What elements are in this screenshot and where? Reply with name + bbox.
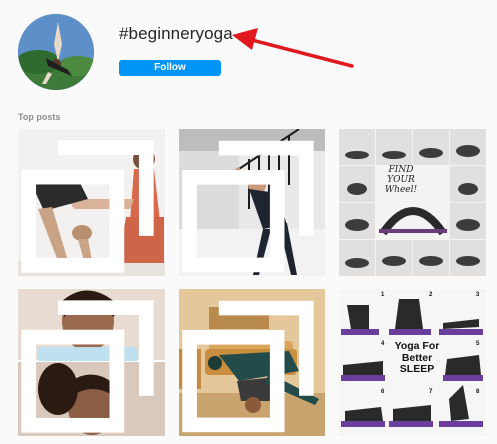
- multiple-photos-icon: [21, 140, 154, 273]
- pose-number: 2: [429, 292, 433, 298]
- post-thumbnail[interactable]: [179, 289, 325, 436]
- hashtag-title: #beginneryoga: [119, 24, 233, 43]
- post-thumbnail[interactable]: FIND YOUR Wheel!: [339, 129, 486, 276]
- pose-number: 3: [476, 292, 480, 298]
- red-arrow-annotation: [232, 28, 354, 68]
- post-thumbnail[interactable]: Yoga For Better SLEEP 1 2 3 4 5 6 7 8: [339, 289, 486, 436]
- hashtag-page: #beginneryoga Follow Top posts FIND YOUR…: [0, 0, 497, 444]
- post-caption-overlay: FIND YOUR Wheel!: [384, 165, 418, 195]
- pose-number: 4: [381, 341, 385, 347]
- hashtag-avatar: [18, 14, 94, 90]
- pose-number: 1: [381, 292, 385, 298]
- top-posts-label: Top posts: [18, 112, 61, 122]
- caption-line: Yoga For: [394, 340, 440, 352]
- post-thumbnail[interactable]: [179, 129, 325, 276]
- follow-button[interactable]: Follow: [119, 60, 221, 76]
- caption-line: SLEEP: [399, 363, 435, 375]
- pose-number: 7: [429, 389, 433, 395]
- pose-number: 5: [476, 341, 480, 347]
- post-thumbnail[interactable]: [18, 289, 165, 436]
- pose-number: 6: [381, 389, 385, 395]
- post-caption-overlay: Yoga For Better SLEEP: [389, 340, 445, 376]
- post-thumbnail[interactable]: [18, 129, 165, 276]
- multiple-photos-icon: [182, 140, 314, 273]
- pose-number: 8: [476, 389, 480, 395]
- multiple-photos-icon: [21, 300, 154, 433]
- post-image: [339, 129, 486, 276]
- multiple-photos-icon: [182, 300, 314, 433]
